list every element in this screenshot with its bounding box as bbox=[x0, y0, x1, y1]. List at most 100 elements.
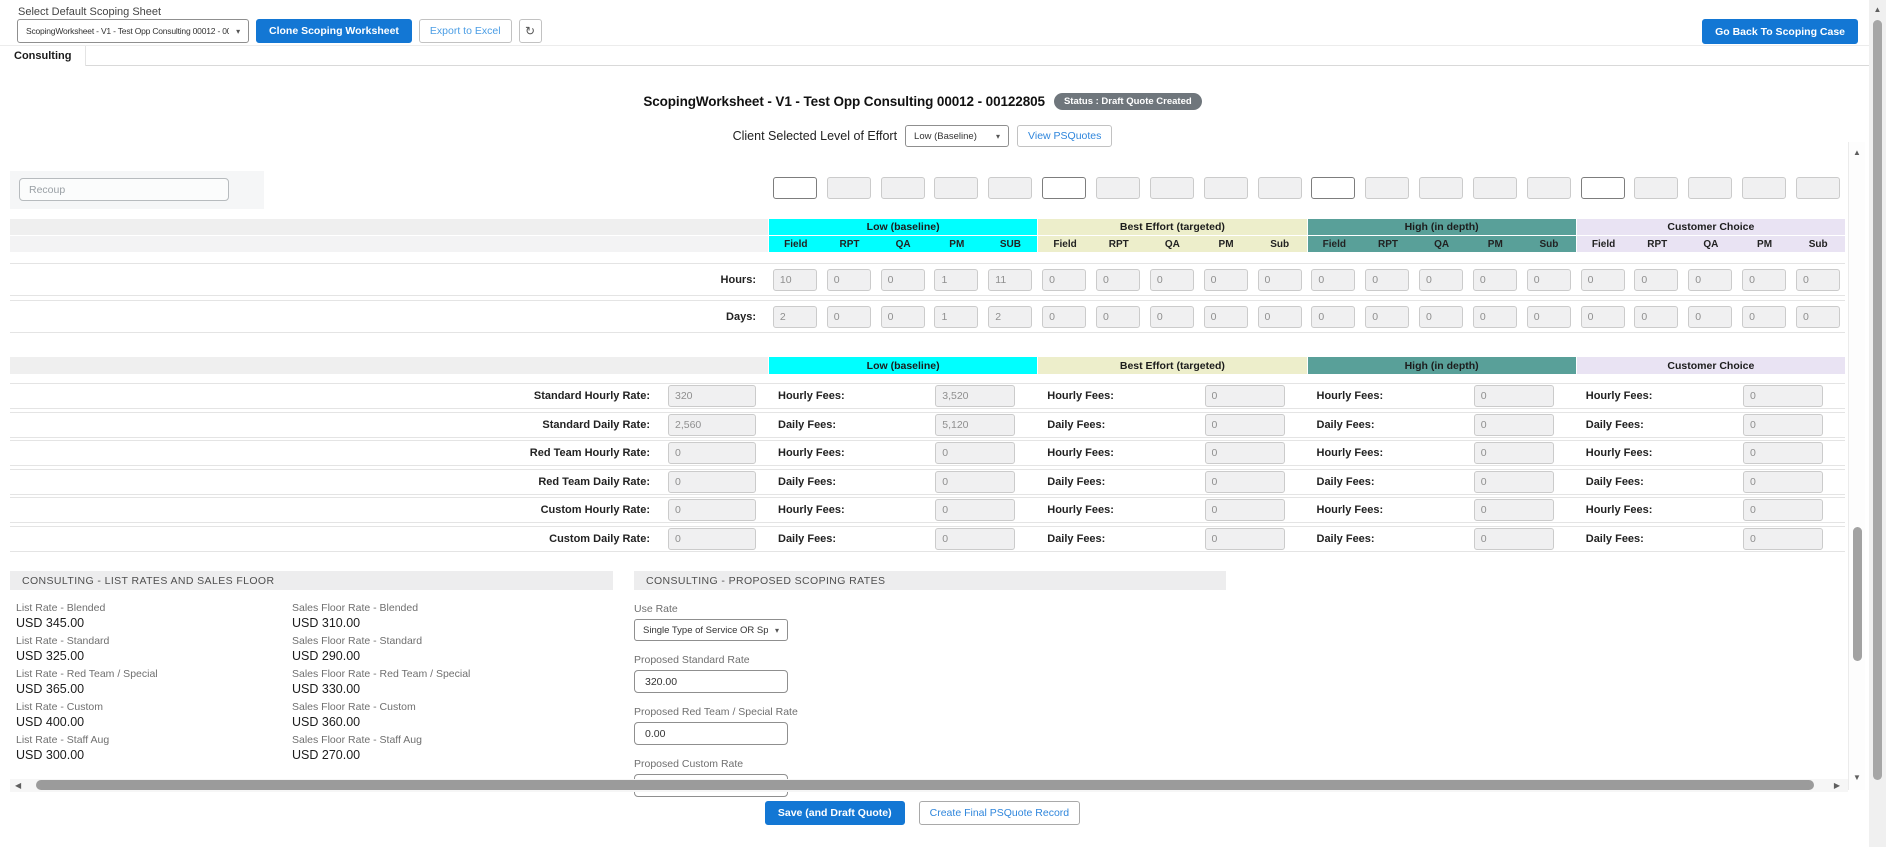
entry-input-customer-choice-field[interactable] bbox=[1580, 177, 1625, 199]
fee-cell-low-baseline: Daily Fees: bbox=[768, 471, 1037, 493]
days-input-customer-choice-sub bbox=[1795, 305, 1840, 328]
fee-cell-low-baseline: Hourly Fees: bbox=[768, 385, 1037, 407]
refresh-button[interactable]: ↻ bbox=[518, 19, 542, 43]
fees-banner-high-in-depth: High (in depth) bbox=[1307, 357, 1576, 374]
fees-group-banners: Low (baseline) Best Effort (targeted) High… bbox=[768, 357, 1845, 374]
days-input-best-effort-targeted-field bbox=[1042, 305, 1087, 328]
hours-input-best-effort-targeted-qa bbox=[1149, 268, 1194, 291]
save-and-draft-quote-button[interactable]: Save (and Draft Quote) bbox=[764, 801, 905, 825]
fee-label: Daily Fees: bbox=[1316, 533, 1375, 545]
scroll-right-icon[interactable]: ▶ bbox=[1834, 781, 1840, 790]
entry-input-customer-choice-pm bbox=[1742, 177, 1787, 199]
fee-input-high-in-depth-standard-daily-rate bbox=[1473, 414, 1554, 436]
column-header-customer-choice-field: Field bbox=[1591, 238, 1616, 250]
fee-label: Daily Fees: bbox=[1585, 533, 1644, 545]
fee-label: Hourly Fees: bbox=[1585, 390, 1653, 402]
column-header-left-stripe bbox=[10, 236, 768, 252]
inner-vertical-scrollbar[interactable]: ▲ ▼ bbox=[1848, 142, 1865, 790]
entry-input-best-effort-targeted-pm bbox=[1203, 177, 1248, 199]
scroll-up-icon[interactable]: ▲ bbox=[1869, 5, 1886, 14]
go-back-to-scoping-case-button[interactable]: Go Back To Scoping Case bbox=[1702, 19, 1858, 44]
days-input-high-in-depth-field bbox=[1311, 305, 1356, 328]
column-header-high-in-depth-field: Field bbox=[1322, 238, 1346, 250]
proposed-rates-panel-header: CONSULTING - PROPOSED SCOPING RATES bbox=[634, 571, 1226, 590]
rate-item-sales-floor-rate-blended: Sales Floor Rate - Blended USD 310.00 bbox=[292, 602, 613, 630]
rate-item-list-rate-custom: List Rate - Custom USD 400.00 bbox=[16, 701, 292, 729]
column-header-customer-choice-sub: Sub bbox=[1808, 238, 1828, 250]
entry-input-best-effort-targeted-field[interactable] bbox=[1042, 177, 1087, 199]
rate-item-value: USD 330.00 bbox=[292, 682, 361, 696]
fee-input-best-effort-targeted-custom-hourly-rate bbox=[1204, 499, 1285, 521]
list-rates-panel-header: CONSULTING - LIST RATES AND SALES FLOOR bbox=[10, 571, 613, 590]
proposed-field-label-proposed-standard-rate: Proposed Standard Rate bbox=[634, 654, 750, 666]
tab-strip: Consulting bbox=[0, 46, 1886, 66]
fee-label: Daily Fees: bbox=[1316, 419, 1375, 431]
chevron-down-icon: ▾ bbox=[236, 26, 240, 36]
scroll-down-icon[interactable]: ▼ bbox=[1849, 773, 1865, 782]
fee-cell-customer-choice: Hourly Fees: bbox=[1576, 385, 1845, 407]
column-header-best-effort-targeted-qa: QA bbox=[1164, 238, 1180, 250]
view-psquotes-button[interactable]: View PSQuotes bbox=[1017, 125, 1113, 147]
fee-cell-high-in-depth: Daily Fees: bbox=[1307, 471, 1576, 493]
fee-cell-low-baseline: Daily Fees: bbox=[768, 528, 1037, 550]
tab-consulting[interactable]: Consulting bbox=[0, 46, 87, 66]
hours-input-high-in-depth-sub bbox=[1526, 268, 1571, 291]
rate-row-standard-daily-rate: Standard Daily Rate: Daily Fees: Daily Fee… bbox=[10, 412, 1845, 438]
entry-input-high-in-depth-sub bbox=[1526, 177, 1571, 199]
fee-input-high-in-depth-red-team-hourly-rate bbox=[1473, 442, 1554, 464]
days-label: Days: bbox=[726, 310, 756, 323]
scroll-up-icon[interactable]: ▲ bbox=[1849, 148, 1865, 157]
days-input-low-baseline-pm bbox=[934, 305, 979, 328]
rate-item-value: USD 360.00 bbox=[292, 715, 361, 729]
entry-input-low-baseline-sub bbox=[988, 177, 1033, 199]
days-input-high-in-depth-sub bbox=[1526, 305, 1571, 328]
days-input-customer-choice-rpt bbox=[1634, 305, 1679, 328]
hours-input-best-effort-targeted-rpt bbox=[1095, 268, 1140, 291]
rate-label: Red Team Daily Rate: bbox=[538, 476, 650, 488]
proposed-field-input-proposed-red-team-special-rate[interactable] bbox=[634, 722, 788, 745]
use-rate-value: Single Type of Service OR Split Ra... bbox=[643, 624, 768, 636]
fee-cell-best-effort-targeted: Daily Fees: bbox=[1037, 414, 1306, 436]
fee-cell-best-effort-targeted: Daily Fees: bbox=[1037, 528, 1306, 550]
days-input-high-in-depth-pm bbox=[1472, 305, 1517, 328]
horizontal-scrollbar[interactable]: ◀ ▶ bbox=[10, 779, 1848, 792]
columns-best-effort-targeted: Field RPT QA PM Sub bbox=[1038, 236, 1307, 252]
level-of-effort-select[interactable]: Low (Baseline) ▾ bbox=[905, 125, 1010, 147]
fee-input-customer-choice-custom-hourly-rate bbox=[1743, 499, 1823, 521]
rate-item-value: USD 400.00 bbox=[16, 715, 85, 729]
hours-input-low-baseline-sub bbox=[988, 268, 1033, 291]
scroll-left-icon[interactable]: ◀ bbox=[15, 781, 21, 790]
rate-item-list-rate-red-team-special: List Rate - Red Team / Special USD 365.00 bbox=[16, 668, 292, 696]
recoup-input[interactable] bbox=[19, 178, 229, 201]
fee-label: Hourly Fees: bbox=[1585, 447, 1653, 459]
fee-label: Hourly Fees: bbox=[1047, 390, 1114, 402]
days-input-low-baseline-rpt bbox=[826, 305, 871, 328]
use-rate-select[interactable]: Single Type of Service OR Split Ra... ▾ bbox=[634, 619, 788, 641]
fee-cell-best-effort-targeted: Hourly Fees: bbox=[1037, 442, 1306, 464]
clone-scoping-worksheet-button[interactable]: Clone Scoping Worksheet bbox=[256, 19, 412, 43]
create-final-psquote-record-button[interactable]: Create Final PSQuote Record bbox=[918, 801, 1081, 825]
days-input-customer-choice-qa bbox=[1688, 305, 1733, 328]
entry-input-customer-choice-qa bbox=[1688, 177, 1733, 199]
days-input-best-effort-targeted-pm bbox=[1203, 305, 1248, 328]
columns-customer-choice: Field RPT QA PM Sub bbox=[1576, 236, 1845, 252]
list-rates-column: List Rate - Blended USD 345.00 List Rate -… bbox=[16, 602, 292, 767]
list-rates-panel: CONSULTING - LIST RATES AND SALES FLOOR … bbox=[10, 571, 613, 767]
horizontal-scrollbar-thumb[interactable] bbox=[36, 780, 1814, 790]
rate-input-standard-hourly-rate bbox=[668, 385, 756, 407]
browser-vertical-scrollbar-thumb[interactable] bbox=[1873, 20, 1882, 780]
fees-banner-customer-choice: Customer Choice bbox=[1576, 357, 1845, 374]
rate-item-sales-floor-rate-red-team-special: Sales Floor Rate - Red Team / Special USD… bbox=[292, 668, 613, 696]
days-input-best-effort-targeted-qa bbox=[1149, 305, 1194, 328]
days-input-low-baseline-sub bbox=[988, 305, 1033, 328]
browser-vertical-scrollbar[interactable]: ▲ bbox=[1869, 0, 1886, 847]
fee-label: Daily Fees: bbox=[1047, 419, 1106, 431]
default-scoping-sheet-select[interactable]: ScopingWorksheet - V1 - Test Opp Consult… bbox=[17, 19, 249, 43]
inner-vertical-scrollbar-thumb[interactable] bbox=[1853, 527, 1862, 661]
fee-input-high-in-depth-red-team-daily-rate bbox=[1473, 471, 1554, 493]
entry-input-low-baseline-field[interactable] bbox=[772, 177, 817, 199]
entry-input-high-in-depth-field[interactable] bbox=[1311, 177, 1356, 199]
export-to-excel-button[interactable]: Export to Excel bbox=[418, 19, 512, 43]
hours-input-low-baseline-qa bbox=[880, 268, 925, 291]
proposed-field-input-proposed-standard-rate[interactable] bbox=[634, 670, 788, 693]
